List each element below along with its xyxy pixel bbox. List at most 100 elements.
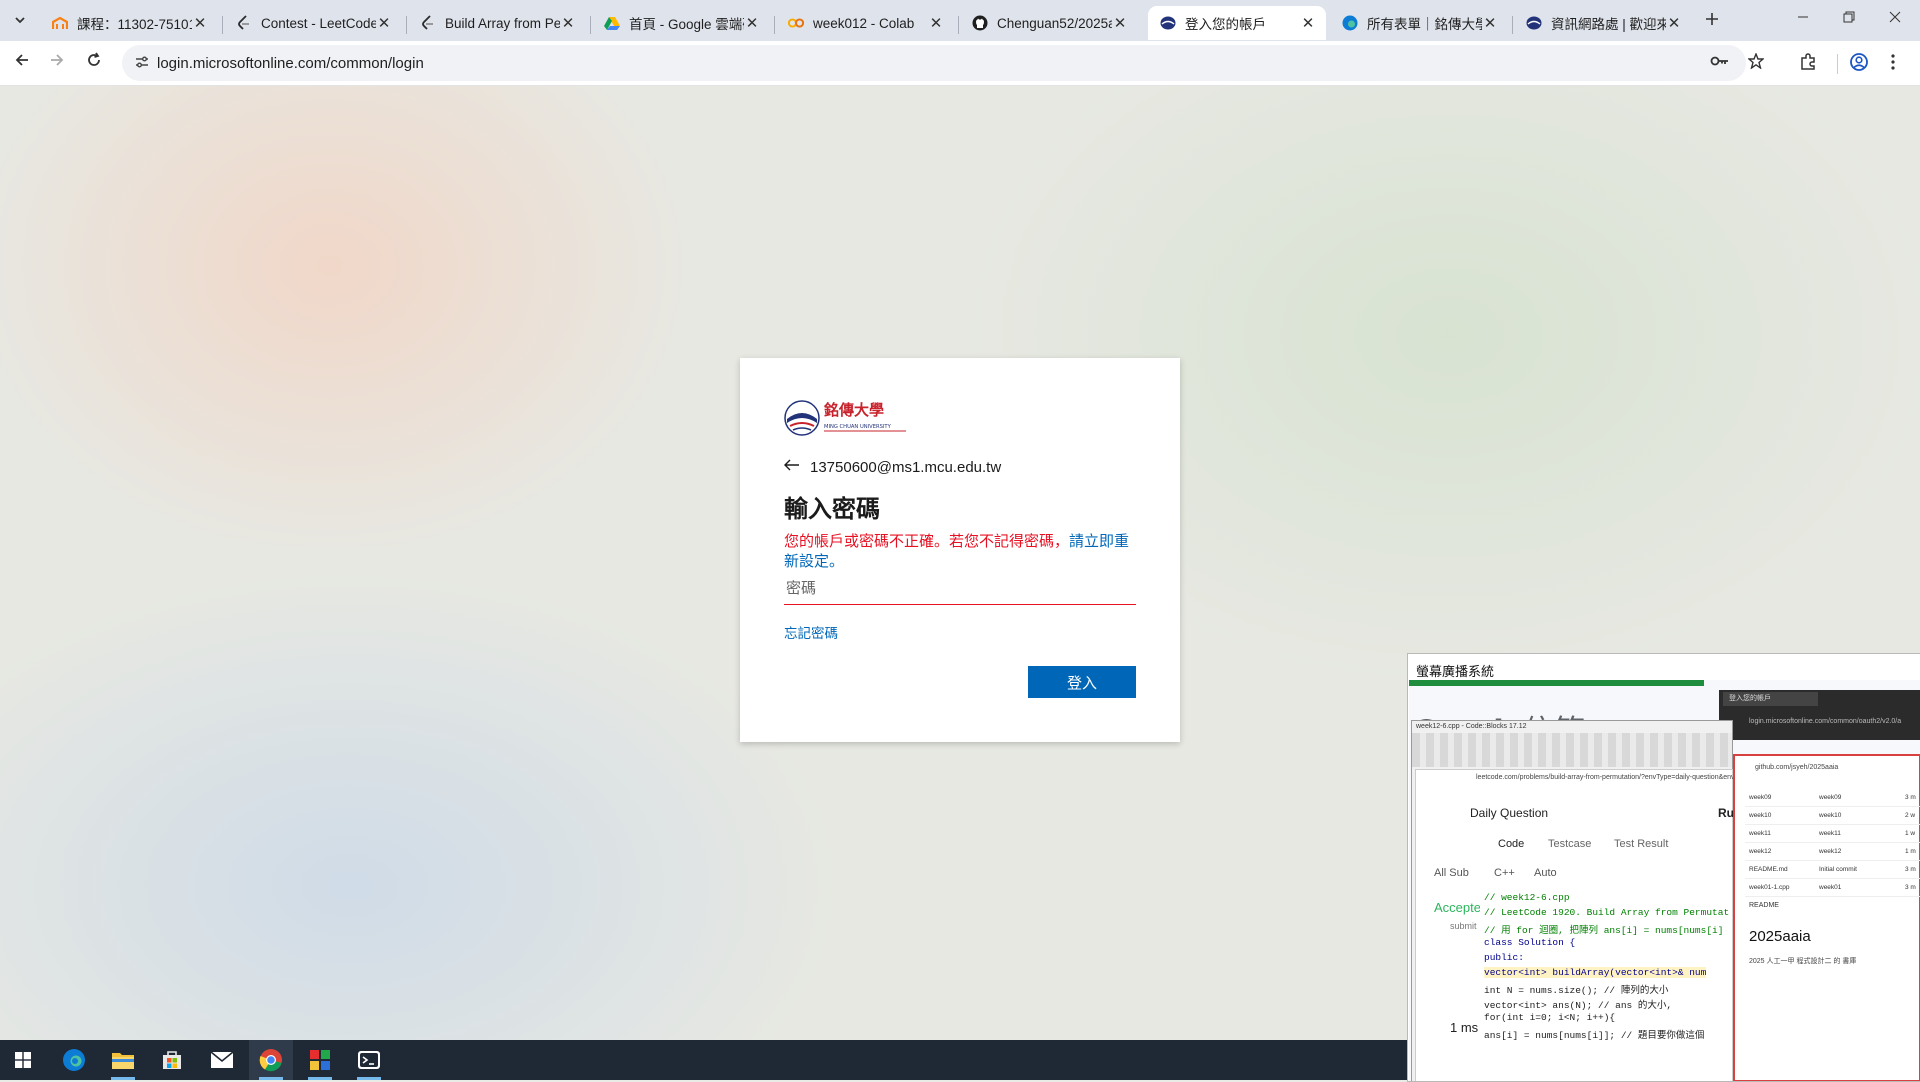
menu-button[interactable]	[1890, 53, 1896, 76]
github-file-age: 3 m	[1905, 866, 1916, 873]
close-icon[interactable]: ✕	[928, 14, 944, 32]
tab-it-office[interactable]: 資訊網路處 | 歡迎來 ✕	[1514, 6, 1692, 40]
arrow-right-icon	[51, 54, 64, 66]
bookmark-star-icon[interactable]	[1747, 52, 1765, 74]
taskbar-edge[interactable]	[52, 1040, 96, 1080]
leetcode-url: leetcode.com/problems/build-array-from-p…	[1476, 774, 1767, 781]
edge-icon	[1342, 15, 1358, 31]
auto-label: Auto	[1534, 867, 1557, 879]
close-icon[interactable]: ✕	[1300, 14, 1316, 32]
url-text[interactable]: login.microsoftonline.com/common/login	[157, 55, 424, 72]
restore-button[interactable]	[1843, 10, 1855, 27]
back-button[interactable]	[11, 52, 33, 73]
password-key-icon[interactable]	[1710, 53, 1730, 74]
back-arrow-icon[interactable]	[784, 458, 800, 476]
login-card: 銘傳大學 MING CHUAN UNIVERSITY 13750600@ms1.…	[740, 358, 1180, 742]
taskbar-codeblocks[interactable]	[298, 1040, 342, 1080]
close-icon[interactable]: ✕	[192, 14, 208, 32]
github-window: github.com/jsyeh/2025aaia week09 week09 3 …	[1733, 754, 1920, 1081]
tab-contest-leetcode[interactable]: Contest - LeetCode ✕	[224, 6, 402, 40]
reload-icon	[88, 52, 100, 66]
restore-icon	[1843, 11, 1855, 23]
accepted-status: Accepte	[1434, 900, 1481, 915]
tab-divider	[774, 16, 775, 34]
github-file-row[interactable]: week09 week09 3 m	[1745, 790, 1920, 807]
leetcode-icon	[420, 15, 436, 31]
tab-divider	[590, 16, 591, 34]
code-line-8: vector<int> ans(N); // ans 的大小,	[1484, 1000, 1673, 1011]
github-file-commit: week11	[1819, 830, 1841, 837]
colab-icon	[788, 15, 804, 31]
code-line-10: ans[i] = nums[nums[i]]; // 題目要你做這個	[1484, 1030, 1705, 1041]
tab-course[interactable]: 課程：11302-75101 ✕	[40, 6, 218, 40]
moodle-icon	[52, 15, 68, 31]
github-file-row[interactable]: week11 week11 1 w	[1745, 826, 1920, 843]
error-text: 您的帳戶或密碼不正確。若您不記得密碼，	[784, 533, 1070, 550]
tab-sign-in-active[interactable]: 登入您的帳戶 ✕	[1148, 6, 1326, 40]
github-file-row[interactable]: week10 week10 2 w	[1745, 808, 1920, 825]
close-icon[interactable]: ✕	[1112, 14, 1128, 32]
sign-in-button[interactable]: 登入	[1028, 666, 1136, 698]
taskbar-store[interactable]	[150, 1040, 194, 1080]
close-icon[interactable]: ✕	[744, 14, 760, 32]
arrow-left-icon	[15, 54, 28, 66]
forward-button[interactable]	[46, 52, 68, 73]
tab-search-button[interactable]	[9, 9, 31, 31]
testcase-tab: Testcase	[1548, 838, 1592, 850]
daily-question-label: Daily Question	[1470, 806, 1549, 820]
password-field[interactable]	[784, 573, 1136, 605]
profile-icon	[1850, 53, 1868, 71]
tab-title: Contest - LeetCode	[261, 15, 376, 31]
github-file-commit: week09	[1819, 794, 1842, 801]
tab-title: week012 - Colab	[813, 15, 915, 31]
repo-description: 2025 人工一甲 程式設計二 的 書庫	[1749, 958, 1857, 965]
code-line-2: // LeetCode 1920. Build Array from Permu…	[1484, 907, 1730, 918]
mini-login-url: login.microsoftonline.com/common/oauth2/…	[1749, 718, 1902, 725]
close-icon[interactable]: ✕	[376, 14, 392, 32]
screen-broadcast-window[interactable]: 螢幕廣播系統 Google信箱 登入您的帳戶 login.microsofton…	[1407, 653, 1920, 1082]
github-file-age: 2 w	[1905, 812, 1916, 819]
github-file-commit: week12	[1819, 848, 1842, 855]
profile-button[interactable]	[1850, 53, 1868, 76]
tab-forms[interactable]: 所有表單｜銘傳大學 ✕	[1330, 6, 1508, 40]
close-icon[interactable]: ✕	[1482, 14, 1498, 32]
tab-github[interactable]: Chenguan52/2025a ✕	[960, 6, 1138, 40]
github-file-row[interactable]: week12 week12 1 m	[1745, 844, 1920, 861]
tab-colab[interactable]: week012 - Colab ✕	[776, 6, 954, 40]
github-file-name: week12	[1749, 848, 1772, 855]
windows-logo-icon	[15, 1052, 31, 1068]
address-bar[interactable]: login.microsoftonline.com/common/login	[122, 45, 1765, 81]
reload-button[interactable]	[83, 52, 105, 73]
taskbar-file-explorer[interactable]	[101, 1040, 145, 1080]
store-bag-icon	[163, 1051, 181, 1069]
github-file-age: 3 m	[1905, 794, 1916, 801]
taskbar-mail[interactable]	[200, 1040, 244, 1080]
chevron-down-icon	[15, 17, 25, 24]
tab-build-array[interactable]: Build Array from Per ✕	[408, 6, 586, 40]
extensions-button[interactable]	[1799, 53, 1817, 76]
close-window-button[interactable]	[1889, 10, 1901, 27]
github-file-row[interactable]: week01-1.cpp week01 3 m	[1745, 880, 1920, 897]
kebab-menu-icon	[1891, 54, 1895, 70]
taskbar-chrome[interactable]	[249, 1040, 293, 1080]
tab-divider	[222, 16, 223, 34]
github-file-row[interactable]: README.md Initial commit 3 m	[1745, 862, 1920, 879]
google-drive-icon	[604, 15, 620, 31]
github-file-name: week10	[1749, 812, 1772, 819]
taskbar-terminal[interactable]	[347, 1040, 391, 1080]
tab-google-drive[interactable]: 首頁 - Google 雲端硬 ✕	[592, 6, 770, 40]
close-icon[interactable]: ✕	[560, 14, 576, 32]
site-info-icon[interactable]	[134, 54, 150, 73]
code-line-6: vector<int> buildArray(vector<int>& num	[1484, 967, 1707, 978]
forgot-password-link[interactable]: 忘記密碼	[784, 622, 838, 642]
start-button[interactable]	[1, 1040, 45, 1080]
broadcast-window-title: 螢幕廣播系統	[1416, 664, 1495, 679]
minimize-icon	[1798, 16, 1808, 18]
codeblocks-icon	[310, 1050, 330, 1070]
minimize-button[interactable]	[1797, 10, 1809, 27]
close-icon[interactable]: ✕	[1666, 14, 1682, 32]
account-back-row[interactable]: 13750600@ms1.mcu.edu.tw	[784, 458, 1001, 476]
leetcode-window: leetcode.com/problems/build-array-from-p…	[1415, 769, 1766, 1081]
github-file-age: 3 m	[1905, 884, 1916, 891]
new-tab-button[interactable]	[1704, 10, 1720, 30]
